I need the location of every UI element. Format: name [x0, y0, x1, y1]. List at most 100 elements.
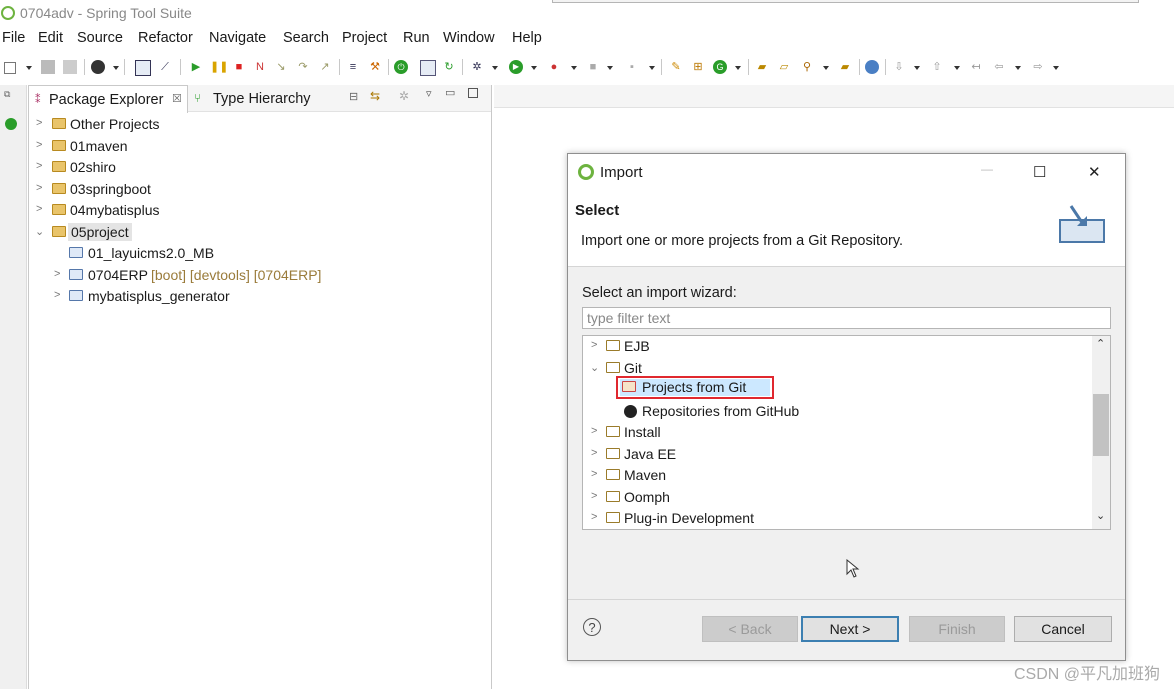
last-edit-icon[interactable]: ↤ [969, 60, 983, 74]
open-task-icon[interactable]: ▱ [777, 60, 791, 74]
close-button[interactable]: ✕ [1088, 163, 1101, 181]
back-button[interactable]: < Back [702, 616, 798, 642]
skip-breakpoints-icon[interactable]: ⟋ [158, 60, 172, 74]
tree-item[interactable]: ⌄ 05project [29, 222, 489, 243]
chevron-right-icon[interactable]: > [36, 117, 42, 129]
refresh-icon[interactable]: ↻ [442, 60, 456, 74]
next-annotation-dropdown-icon[interactable] [914, 66, 920, 70]
chevron-down-icon[interactable]: ⌄ [590, 361, 599, 374]
chevron-right-icon[interactable]: > [591, 511, 597, 523]
scroll-up-icon[interactable]: ⌃ [1096, 337, 1105, 350]
open-type-icon[interactable]: ▰ [755, 60, 769, 74]
prev-annotation-icon[interactable]: ⇧ [930, 60, 944, 74]
minimize-icon[interactable]: ▭ [445, 86, 455, 99]
next-annotation-icon[interactable]: ⇩ [892, 60, 906, 74]
tree-item[interactable]: > 02shiro [29, 157, 489, 178]
terminate-icon[interactable]: ■ [232, 60, 246, 74]
menu-project[interactable]: Project [342, 30, 387, 46]
tree-item[interactable]: > 0704ERP [boot] [devtools] [0704ERP] [29, 265, 489, 286]
new-dropdown-icon[interactable] [26, 66, 32, 70]
chevron-right-icon[interactable]: > [591, 490, 597, 502]
wizard-item[interactable]: > Maven [583, 465, 1088, 486]
link-editor-icon[interactable]: ⇆ [370, 89, 380, 103]
new-package-icon[interactable]: ⊞ [691, 60, 705, 74]
menu-help[interactable]: Help [512, 30, 542, 46]
boot-dashboard-icon[interactable] [5, 118, 17, 130]
vertical-scrollbar[interactable]: ⌃ ⌄ [1092, 336, 1110, 529]
menu-navigate[interactable]: Navigate [209, 30, 266, 46]
wizard-item[interactable]: > EJB [583, 336, 1088, 357]
toggle-icon[interactable] [420, 60, 436, 76]
maximize-button[interactable]: ☐ [1033, 163, 1046, 181]
debug-dropdown-icon[interactable] [492, 66, 498, 70]
build-dropdown-icon[interactable] [649, 66, 655, 70]
tree-item[interactable]: > mybatisplus_generator [29, 286, 489, 307]
new-class-icon[interactable]: G [713, 60, 727, 74]
chevron-right-icon[interactable]: > [591, 447, 597, 459]
build-icon[interactable]: ▪ [625, 60, 639, 74]
back-icon[interactable]: ⇦ [992, 60, 1006, 74]
scrollbar-thumb[interactable] [1093, 394, 1109, 456]
menu-edit[interactable]: Edit [38, 30, 63, 46]
servers-icon[interactable]: ≡ [346, 60, 360, 74]
tab-package-explorer[interactable]: ⁑ Package Explorer ☒ [29, 85, 188, 113]
forward-icon[interactable]: ⇨ [1031, 60, 1045, 74]
menu-file[interactable]: File [2, 30, 25, 46]
chevron-right-icon[interactable]: > [591, 425, 597, 437]
filters-icon[interactable]: ✲ [399, 89, 409, 103]
run-icon[interactable]: ▶ [509, 60, 523, 74]
menu-window[interactable]: Window [443, 30, 495, 46]
tree-item[interactable]: 01_layuicms2.0_MB [29, 243, 489, 264]
pin-icon[interactable]: ▰ [838, 60, 852, 74]
globe-icon[interactable] [865, 60, 879, 74]
chevron-right-icon[interactable]: > [591, 339, 597, 351]
restore-icon[interactable]: ⧉ [4, 89, 10, 100]
menu-refactor[interactable]: Refactor [138, 30, 193, 46]
view-menu-icon[interactable]: ▿ [426, 87, 432, 100]
chevron-down-icon[interactable]: ⌄ [35, 225, 44, 238]
new-icon[interactable] [4, 62, 16, 74]
chevron-right-icon[interactable]: > [36, 160, 42, 172]
minimize-button[interactable]: — [981, 162, 993, 176]
maximize-icon[interactable] [468, 88, 478, 98]
filter-input[interactable] [582, 307, 1111, 329]
new-java-icon[interactable]: ✎ [669, 60, 683, 74]
wizard-item-selected[interactable]: Projects from Git [616, 376, 774, 399]
wizard-item[interactable]: Repositories from GitHub [583, 401, 1088, 422]
chevron-right-icon[interactable]: > [36, 182, 42, 194]
menu-search[interactable]: Search [283, 30, 329, 46]
back-dropdown-icon[interactable] [1015, 66, 1021, 70]
chevron-right-icon[interactable]: > [591, 468, 597, 480]
wizard-item[interactable]: > Install [583, 422, 1088, 443]
step-into-icon[interactable]: ↘ [274, 60, 288, 74]
search-icon[interactable]: ⚲ [800, 60, 814, 74]
stop-icon[interactable]: ■ [586, 60, 600, 74]
finish-button[interactable]: Finish [909, 616, 1005, 642]
save-icon[interactable] [41, 60, 55, 74]
external-tools-icon[interactable]: ● [547, 60, 561, 74]
chevron-right-icon[interactable]: > [36, 203, 42, 215]
help-button[interactable]: ? [583, 618, 601, 636]
tree-item[interactable]: > 03springboot [29, 179, 489, 200]
profile-dropdown-icon[interactable] [113, 66, 119, 70]
close-icon[interactable]: ☒ [172, 92, 182, 105]
tab-type-hierarchy[interactable]: ⑂ Type Hierarchy [189, 85, 329, 111]
tree-item[interactable]: > 01maven [29, 136, 489, 157]
chevron-right-icon[interactable]: > [54, 268, 60, 280]
menu-run[interactable]: Run [403, 30, 430, 46]
chevron-right-icon[interactable]: > [36, 139, 42, 151]
disconnect-icon[interactable]: N [253, 60, 267, 74]
stop-dropdown-icon[interactable] [607, 66, 613, 70]
cancel-button[interactable]: Cancel [1014, 616, 1112, 642]
run-dropdown-icon[interactable] [531, 66, 537, 70]
search-dropdown-icon[interactable] [823, 66, 829, 70]
power-icon[interactable]: ⏻ [394, 60, 408, 74]
menu-source[interactable]: Source [77, 30, 123, 46]
new-class-dropdown-icon[interactable] [735, 66, 741, 70]
suspend-icon[interactable]: ❚❚ [210, 60, 228, 74]
resume-icon[interactable]: ▶ [189, 60, 203, 74]
forward-dropdown-icon[interactable] [1053, 66, 1059, 70]
save-all-icon[interactable] [63, 60, 77, 74]
debug-icon[interactable]: ✲ [470, 60, 484, 74]
chevron-right-icon[interactable]: > [54, 289, 60, 301]
